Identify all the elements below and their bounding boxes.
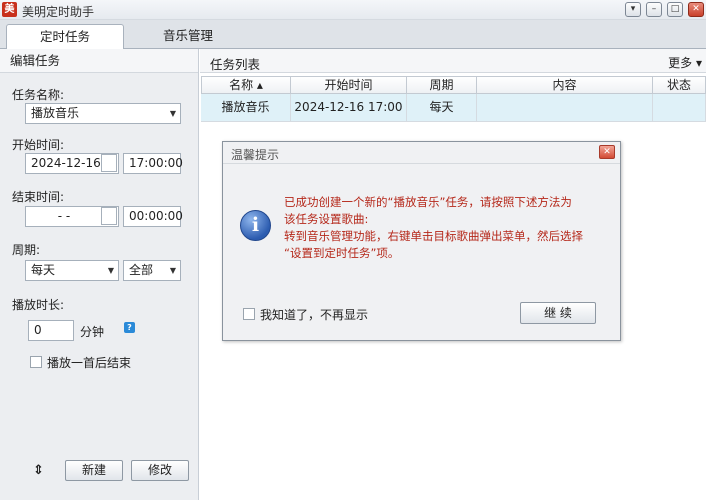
dialog-message-line: 该任务设置歌曲: bbox=[284, 212, 369, 226]
dialog-close-button[interactable]: ✕ bbox=[599, 145, 615, 159]
end-date-checkbox[interactable] bbox=[101, 207, 117, 225]
dont-show-again-label: 我知道了，不再显示 bbox=[260, 308, 369, 322]
dialog-title: 温馨提示 bbox=[231, 148, 280, 162]
duration-unit: 分钟 bbox=[80, 325, 105, 339]
dropdown-menu-button[interactable]: ▾ bbox=[625, 2, 641, 17]
start-date-checkbox[interactable] bbox=[101, 154, 117, 172]
edit-task-header: 编辑任务 bbox=[0, 49, 198, 73]
task-list-header: 任务列表 更多 ▾ bbox=[200, 49, 706, 73]
new-button[interactable]: 新建 bbox=[65, 460, 123, 481]
column-header-start[interactable]: 开始时间 bbox=[291, 76, 407, 94]
chevron-down-icon: ▼ bbox=[107, 266, 114, 275]
cell-name: 播放音乐 bbox=[201, 94, 291, 122]
column-header-cycle[interactable]: 周期 bbox=[407, 76, 477, 94]
stop-after-one-checkbox[interactable] bbox=[30, 356, 42, 368]
start-time-field[interactable]: 17:00:00 bbox=[123, 153, 183, 174]
minimize-button[interactable]: – bbox=[646, 2, 662, 17]
task-list-title: 任务列表 bbox=[210, 57, 261, 72]
task-name-select[interactable]: 播放音乐 ▼ bbox=[25, 103, 181, 124]
edit-button[interactable]: 修改 bbox=[131, 460, 189, 481]
title-bar: 美 美明定时助手 ▾ – □ ✕ bbox=[0, 0, 706, 20]
dialog-title-bar: 温馨提示 ✕ bbox=[223, 142, 620, 164]
duration-label: 播放时长: bbox=[12, 298, 65, 312]
cell-status bbox=[653, 94, 706, 122]
maximize-button[interactable]: □ bbox=[667, 2, 683, 17]
chevron-down-icon: ▼ bbox=[169, 109, 176, 118]
task-name-label: 任务名称: bbox=[12, 88, 65, 102]
dont-show-again-checkbox[interactable] bbox=[243, 308, 255, 320]
cell-start: 2024-12-16 17:00 bbox=[291, 94, 407, 122]
cell-content bbox=[477, 94, 653, 122]
tab-music-management[interactable]: 音乐管理 bbox=[136, 24, 240, 49]
app-logo-icon: 美 bbox=[2, 2, 17, 17]
help-icon[interactable]: ? bbox=[124, 322, 135, 333]
dialog-message-line: 转到音乐管理功能，右键单击目标歌曲弹出菜单，然后选择 bbox=[284, 229, 583, 243]
continue-button[interactable]: 继 续 bbox=[520, 302, 596, 324]
end-time-value: 00:00:00 bbox=[129, 209, 183, 223]
dialog-message-line: “设置到定时任务”项。 bbox=[284, 246, 400, 260]
duration-input[interactable]: 0 bbox=[28, 320, 74, 341]
task-name-value: 播放音乐 bbox=[31, 106, 80, 120]
end-time-field[interactable]: 00:00:00 bbox=[123, 206, 183, 227]
more-menu-button[interactable]: 更多 ▾ bbox=[668, 54, 702, 71]
tab-scheduled-tasks[interactable]: 定时任务 bbox=[6, 24, 124, 50]
cycle-select[interactable]: 每天 ▼ bbox=[25, 260, 119, 281]
stop-after-one-label: 播放一首后结束 bbox=[47, 356, 132, 370]
start-time-label: 开始时间: bbox=[12, 138, 65, 152]
edit-task-panel: 编辑任务 任务名称: 播放音乐 ▼ 开始时间: 2024-12-16 17:00… bbox=[0, 49, 199, 500]
end-date-value: - - bbox=[57, 209, 71, 223]
cycle-scope-select[interactable]: 全部 ▼ bbox=[123, 260, 181, 281]
duration-value: 0 bbox=[34, 323, 42, 337]
refresh-icon[interactable]: ⇕ bbox=[33, 463, 44, 478]
dialog-message-line: 已成功创建一个新的“播放音乐”任务，请按照下述方法为 bbox=[284, 195, 572, 209]
tip-dialog: 温馨提示 ✕ i 已成功创建一个新的“播放音乐”任务，请按照下述方法为 该任务设… bbox=[222, 141, 621, 341]
cycle-scope-value: 全部 bbox=[129, 263, 154, 277]
start-date-value: 2024-12-16 bbox=[31, 156, 101, 170]
window-title: 美明定时助手 bbox=[22, 5, 95, 19]
column-header-content[interactable]: 内容 bbox=[477, 76, 653, 94]
tab-bar: 定时任务 音乐管理 bbox=[0, 20, 706, 50]
close-button[interactable]: ✕ bbox=[688, 2, 704, 17]
start-time-value: 17:00:00 bbox=[129, 156, 183, 170]
cycle-label: 周期: bbox=[12, 243, 41, 257]
cycle-value: 每天 bbox=[31, 263, 56, 277]
column-header-status[interactable]: 状态 bbox=[653, 76, 706, 94]
cell-cycle: 每天 bbox=[407, 94, 477, 122]
column-header-name[interactable]: 名称 ▴ bbox=[201, 76, 291, 94]
chevron-down-icon: ▼ bbox=[169, 266, 176, 275]
info-icon: i bbox=[240, 210, 271, 241]
end-time-label: 结束时间: bbox=[12, 190, 65, 204]
